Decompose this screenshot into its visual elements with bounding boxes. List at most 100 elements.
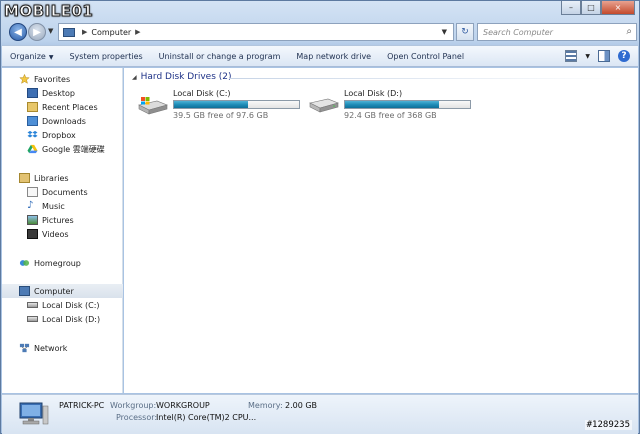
recent-pages-dropdown[interactable]: ▼ xyxy=(48,27,53,35)
network-icon xyxy=(19,343,30,353)
back-button[interactable]: ◀ xyxy=(9,23,27,41)
breadcrumb-computer[interactable]: Computer xyxy=(91,28,131,37)
computer-name: PATRICK-PC xyxy=(59,401,105,410)
address-dropdown-icon[interactable]: ▼ xyxy=(442,28,447,36)
sidebar-item-label: Local Disk (D:) xyxy=(42,314,101,324)
views-dropdown-icon[interactable]: ▼ xyxy=(585,53,590,60)
details-pane: PATRICK-PC Workgroup: WORKGROUP Memory: … xyxy=(2,394,638,434)
hard-drive-icon xyxy=(27,316,38,322)
sidebar-item-label: Local Disk (C:) xyxy=(42,300,100,310)
sidebar-item-label: Google 雲端硬碟 xyxy=(42,144,105,154)
homegroup-label: Homegroup xyxy=(34,258,81,268)
computer-icon xyxy=(63,27,75,37)
sidebar-item-label: Music xyxy=(42,201,65,211)
drive-usage-bar xyxy=(173,100,300,109)
group-header-hard-disk-drives[interactable]: ◢ Hard Disk Drives (2) xyxy=(132,72,232,82)
computer-icon xyxy=(19,286,30,296)
network-label: Network xyxy=(34,343,68,353)
system-drive-icon xyxy=(27,302,38,308)
sidebar-computer[interactable]: Computer xyxy=(2,284,123,298)
explorer-window: MOBILE01 – □ × ◀ ▶ ▼ ▶ Computer ▶ ▼ ↻ Se… xyxy=(0,0,640,434)
sidebar-item-label: Documents xyxy=(42,187,88,197)
drive-tile-c[interactable]: Local Disk (C:) 39.5 GB free of 97.6 GB xyxy=(137,89,307,123)
drive-usage-bar xyxy=(344,100,471,109)
memory-label: Memory: xyxy=(248,401,283,410)
computer-label: Computer xyxy=(34,286,74,296)
pictures-icon xyxy=(27,215,38,225)
mobile01-watermark-logo: MOBILE01 xyxy=(3,2,94,21)
uninstall-program-button[interactable]: Uninstall or change a program xyxy=(151,52,289,61)
organize-label: Organize xyxy=(10,51,46,61)
image-number-watermark: #1289235 xyxy=(584,420,632,430)
sidebar-item-label: Dropbox xyxy=(42,130,76,140)
chevron-down-icon: ▼ xyxy=(48,53,54,61)
sidebar-favorites-header[interactable]: Favorites xyxy=(19,72,140,86)
group-divider xyxy=(229,78,624,79)
navigation-bar: ◀ ▶ ▼ ▶ Computer ▶ ▼ ↻ Search Computer ⌕ xyxy=(7,21,637,43)
collapse-triangle-icon[interactable]: ◢ xyxy=(132,74,137,81)
processor-label: Processor: xyxy=(116,413,158,422)
system-drive-icon xyxy=(138,97,168,115)
search-input[interactable]: Search Computer ⌕ xyxy=(477,23,637,41)
libraries-label: Libraries xyxy=(34,173,69,183)
system-properties-button[interactable]: System properties xyxy=(61,52,150,61)
drive-tile-d[interactable]: Local Disk (D:) 92.4 GB free of 368 GB xyxy=(308,89,478,123)
drive-free-space: 92.4 GB free of 368 GB xyxy=(344,111,437,120)
refresh-icon: ↻ xyxy=(461,27,469,37)
star-icon xyxy=(19,74,30,84)
drive-free-space: 39.5 GB free of 97.6 GB xyxy=(173,111,269,120)
downloads-icon xyxy=(27,116,38,126)
recent-places-icon xyxy=(27,102,38,112)
sidebar-libraries-header[interactable]: Libraries xyxy=(19,171,140,185)
workgroup-value: WORKGROUP xyxy=(156,401,210,410)
hard-drive-icon xyxy=(309,98,339,113)
search-placeholder: Search Computer xyxy=(483,27,553,37)
google-drive-icon xyxy=(27,144,38,154)
back-arrow-icon: ◀ xyxy=(14,26,22,38)
favorites-label: Favorites xyxy=(34,74,71,84)
drive-name: Local Disk (D:) xyxy=(344,89,403,98)
videos-icon xyxy=(27,229,38,239)
maximize-button[interactable]: □ xyxy=(581,1,601,15)
sidebar-item-label: Recent Places xyxy=(42,102,98,112)
preview-pane-icon[interactable] xyxy=(598,50,610,62)
computer-icon xyxy=(19,402,49,425)
breadcrumb-arrow[interactable]: ▶ xyxy=(135,28,140,36)
minimize-button[interactable]: – xyxy=(561,1,581,15)
desktop-icon xyxy=(27,88,38,98)
workgroup-label: Workgroup: xyxy=(110,401,157,410)
drive-usage-fill xyxy=(345,101,439,108)
sidebar-item-label: Videos xyxy=(42,229,69,239)
search-icon[interactable]: ⌕ xyxy=(626,26,632,37)
forward-arrow-icon: ▶ xyxy=(33,26,41,38)
close-button[interactable]: × xyxy=(601,1,635,15)
navigation-pane: Favorites Desktop Recent Places Download… xyxy=(2,68,123,393)
forward-button[interactable]: ▶ xyxy=(28,23,46,41)
address-bar[interactable]: ▶ Computer ▶ ▼ xyxy=(58,23,454,41)
file-list: ◢ Hard Disk Drives (2) Local Disk (C:) 3… xyxy=(124,68,638,393)
command-bar: Organize ▼ System properties Uninstall or… xyxy=(2,45,638,67)
dropbox-icon xyxy=(27,130,38,138)
help-icon[interactable]: ? xyxy=(618,50,630,62)
drive-name: Local Disk (C:) xyxy=(173,89,231,98)
breadcrumb-root-arrow[interactable]: ▶ xyxy=(82,28,87,36)
refresh-button[interactable]: ↻ xyxy=(456,23,474,41)
group-title: Hard Disk Drives (2) xyxy=(140,72,232,82)
map-network-drive-button[interactable]: Map network drive xyxy=(288,52,379,61)
open-control-panel-button[interactable]: Open Control Panel xyxy=(379,52,472,61)
libraries-icon xyxy=(19,173,30,183)
sidebar-item-label: Pictures xyxy=(42,215,74,225)
drive-usage-fill xyxy=(174,101,249,108)
processor-value: Intel(R) Core(TM)2 CPU... xyxy=(156,413,257,422)
sidebar-item-label: Desktop xyxy=(42,88,75,98)
music-icon: ♪ xyxy=(27,200,34,211)
memory-value: 2.00 GB xyxy=(285,401,318,410)
sidebar-item-label: Downloads xyxy=(42,116,86,126)
homegroup-icon xyxy=(19,260,30,266)
sidebar-network[interactable]: Network xyxy=(19,341,140,355)
views-icon[interactable] xyxy=(565,50,578,62)
organize-button[interactable]: Organize ▼ xyxy=(2,52,61,61)
caption-buttons: – □ × xyxy=(561,1,635,15)
documents-icon xyxy=(27,187,38,197)
sidebar-homegroup[interactable]: Homegroup xyxy=(19,256,140,270)
